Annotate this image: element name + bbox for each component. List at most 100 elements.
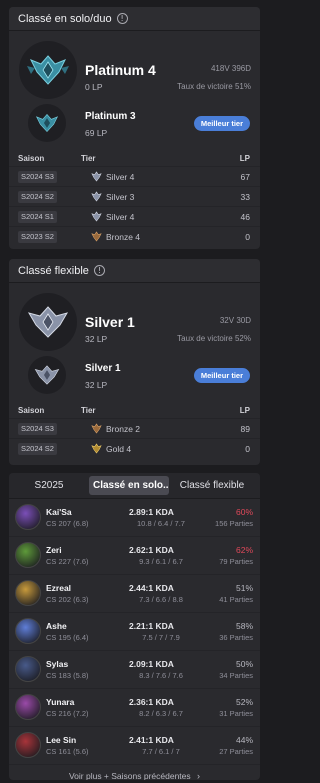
- champion-name: Ashe: [46, 621, 67, 631]
- gold-emblem-icon: [91, 443, 102, 454]
- champion-list: Kai'Sa CS 207 (6.8) 2.89:1 KDA 10.8 / 6.4 /…: [9, 499, 260, 765]
- solo-winrate: Taux de victoire 51%: [177, 82, 251, 91]
- champion-name: Lee Sin: [46, 735, 77, 745]
- champion-kda-split: 8.3 / 7.6 / 7.6: [139, 671, 183, 680]
- lp-column-header: LP: [239, 406, 250, 415]
- champion-row[interactable]: Lee Sin CS 161 (5.6) 2.41:1 KDA 7.7 / 6.1 /…: [9, 727, 260, 765]
- champion-games: 79 Parties: [219, 557, 253, 566]
- champion-games: 27 Parties: [219, 747, 253, 756]
- flex-history-header: Saison Tier LP: [9, 403, 260, 418]
- champion-winrate: 50%: [235, 659, 253, 669]
- flex-ranked-header: Classé flexible !: [9, 259, 260, 283]
- champion-avatar: [15, 580, 41, 606]
- history-row: S2024 S3 Bronze 2 89: [9, 418, 260, 438]
- solo-peak-rank: Platinum 3 69 LP Meilleur tier: [9, 101, 260, 151]
- champion-row[interactable]: Ashe CS 195 (6.4) 2.21:1 KDA 7.5 / 7 / 7.9 5…: [9, 613, 260, 651]
- history-tier: Silver 4: [106, 172, 135, 182]
- champion-kda: 2.41:1 KDA: [129, 735, 174, 745]
- silver-emblem-icon: [28, 356, 66, 394]
- history-tier: Gold 4: [106, 444, 132, 454]
- champion-kda-split: 7.3 / 6.6 / 8.8: [139, 595, 183, 604]
- solo-peak-lp: 69 LP: [85, 128, 108, 138]
- history-lp: 67: [240, 172, 250, 182]
- flex-peak-lp: 32 LP: [85, 380, 108, 390]
- champion-kda: 2.09:1 KDA: [129, 659, 174, 669]
- history-tier: Silver 4: [106, 212, 135, 222]
- season-tabs: S2025 Classé en solo... Classé flexible: [9, 473, 260, 499]
- best-tier-badge: Meilleur tier: [193, 368, 250, 383]
- info-icon[interactable]: !: [116, 13, 128, 24]
- champion-kda-split: 10.8 / 6.4 / 7.7: [137, 519, 185, 528]
- season-tag: S2024 S3: [18, 423, 57, 435]
- season-column-header: Saison: [18, 406, 45, 415]
- solo-lp: 0 LP: [85, 82, 103, 92]
- history-lp: 33: [240, 192, 250, 202]
- see-more-link[interactable]: Voir plus + Saisons précédentes ›: [9, 765, 260, 780]
- champion-winrate: 51%: [235, 583, 253, 593]
- history-lp: 0: [245, 232, 250, 242]
- tab-solo-duo[interactable]: Classé en solo...: [89, 476, 169, 495]
- flex-peak-rank: Silver 1 32 LP Meilleur tier: [9, 353, 260, 403]
- champion-cs: CS 216 (7.2): [46, 709, 89, 718]
- lp-column-header: LP: [239, 154, 250, 163]
- flex-ranked-panel: Classé flexible ! Silver 1 32 LP 32V 30D…: [9, 259, 260, 465]
- see-more-label: Voir plus + Saisons précédentes: [68, 771, 191, 780]
- champion-name: Zeri: [46, 545, 62, 555]
- champion-kda: 2.21:1 KDA: [129, 621, 174, 631]
- champion-winrate: 58%: [235, 621, 253, 631]
- champion-games: 41 Parties: [219, 595, 253, 604]
- champion-row[interactable]: Kai'Sa CS 207 (6.8) 2.89:1 KDA 10.8 / 6.4 /…: [9, 499, 260, 537]
- solo-history-list: S2024 S3 Silver 4 67 S2024 S2 Silver 3 33 S202…: [9, 166, 260, 246]
- solo-win-loss: 418V 396D: [210, 64, 251, 73]
- platinum-emblem-icon: [19, 41, 77, 99]
- history-lp: 0: [245, 444, 250, 454]
- champion-winrate: 62%: [235, 545, 253, 555]
- champion-avatar: [15, 542, 41, 568]
- bronze-emblem-icon: [91, 423, 102, 434]
- champion-name: Yunara: [46, 697, 75, 707]
- champion-kda-split: 7.5 / 7 / 7.9: [142, 633, 180, 642]
- champion-kda-split: 9.3 / 6.1 / 6.7: [139, 557, 183, 566]
- platinum-emblem-icon: [28, 104, 66, 142]
- champion-row[interactable]: Zeri CS 227 (7.6) 2.62:1 KDA 9.3 / 6.1 / 6.…: [9, 537, 260, 575]
- tier-column-header: Tier: [81, 406, 96, 415]
- flex-ranked-title: Classé flexible: [18, 264, 89, 277]
- champion-kda: 2.62:1 KDA: [129, 545, 174, 555]
- history-row: S2024 S3 Silver 4 67: [9, 166, 260, 186]
- season-tag: S2024 S1: [18, 211, 57, 223]
- champion-stats-panel: S2025 Classé en solo... Classé flexible …: [9, 473, 260, 780]
- tab-season[interactable]: S2025: [9, 476, 89, 495]
- history-tier: Bronze 2: [106, 424, 141, 434]
- flex-tier-name: Silver 1: [85, 314, 135, 330]
- champion-cs: CS 183 (5.8): [46, 671, 89, 680]
- season-tag: S2024 S2: [18, 191, 57, 203]
- champion-name: Kai'Sa: [46, 507, 72, 517]
- champion-kda: 2.44:1 KDA: [129, 583, 174, 593]
- champion-winrate: 60%: [235, 507, 253, 517]
- tab-flex[interactable]: Classé flexible: [169, 476, 255, 495]
- champion-cs: CS 202 (6.3): [46, 595, 89, 604]
- champion-kda: 2.89:1 KDA: [129, 507, 174, 517]
- champion-row[interactable]: Ezreal CS 202 (6.3) 2.44:1 KDA 7.3 / 6.6 / …: [9, 575, 260, 613]
- champion-winrate: 52%: [235, 697, 253, 707]
- champion-name: Ezreal: [46, 583, 72, 593]
- champion-avatar: [15, 732, 41, 758]
- champion-cs: CS 227 (7.6): [46, 557, 89, 566]
- silver-emblem-icon: [19, 293, 77, 351]
- info-icon[interactable]: !: [93, 265, 105, 276]
- champion-avatar: [15, 656, 41, 682]
- champion-games: 31 Parties: [219, 709, 253, 718]
- flex-winrate: Taux de victoire 52%: [177, 334, 251, 343]
- champion-row[interactable]: Yunara CS 216 (7.2) 2.36:1 KDA 8.2 / 6.3 / …: [9, 689, 260, 727]
- season-column-header: Saison: [18, 154, 45, 163]
- history-row: S2024 S2 Silver 3 33: [9, 186, 260, 206]
- champion-row[interactable]: Sylas CS 183 (5.8) 2.09:1 KDA 8.3 / 7.6 / 7…: [9, 651, 260, 689]
- season-tag: S2024 S3: [18, 171, 57, 183]
- champion-games: 34 Parties: [219, 671, 253, 680]
- history-lp: 89: [240, 424, 250, 434]
- silver-emblem-icon: [91, 191, 102, 202]
- flex-current-rank: Silver 1 32 LP 32V 30D Taux de victoire …: [9, 283, 260, 353]
- champion-cs: CS 207 (6.8): [46, 519, 89, 528]
- solo-tier-name: Platinum 4: [85, 62, 156, 78]
- champion-games: 36 Parties: [219, 633, 253, 642]
